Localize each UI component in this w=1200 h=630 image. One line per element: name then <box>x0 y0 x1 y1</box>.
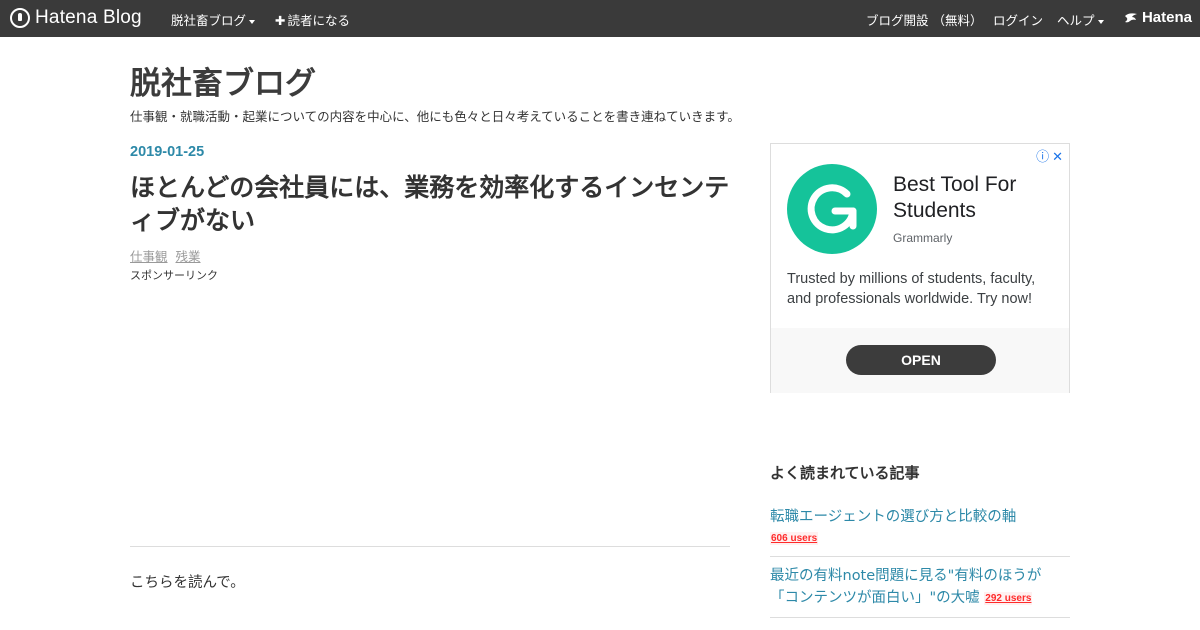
blog-menu-label: 脱社畜ブログ <box>171 13 247 28</box>
grammarly-logo-icon[interactable] <box>787 164 877 254</box>
list-item: 最近の有料note問題に見る"有料のほうが「コンテンツが面白い」"の大嘘 292… <box>770 565 1070 618</box>
bookmark-users-badge[interactable]: 292 users <box>984 591 1033 605</box>
sponsor-label: スポンサーリンク <box>130 269 218 282</box>
blog-title[interactable]: 脱社畜ブログ <box>130 58 316 103</box>
caret-down-icon <box>1097 19 1104 24</box>
category-list: 仕事観 残業 <box>130 246 205 265</box>
hatena-brand-text: Hatena <box>1141 9 1192 26</box>
help-dropdown[interactable]: ヘルプ <box>1057 10 1104 29</box>
blog-description: 仕事観・就職活動・起業についての内容を中心に、他にも色々と日々考えていることを書… <box>130 109 740 124</box>
grammarly-g-icon <box>807 184 857 234</box>
plus-icon: ✚ <box>275 13 286 28</box>
hatena-brand-link[interactable]: Hatena <box>1124 9 1192 26</box>
subscribe-button[interactable]: ✚ 読者になる <box>275 10 350 29</box>
article-body-text: こちらを読んで。 <box>130 575 245 591</box>
logo-text: Hatena Blog <box>35 7 142 28</box>
login-link[interactable]: ログイン <box>993 10 1043 29</box>
bookmark-users-badge[interactable]: 606 users <box>770 532 819 545</box>
post-title[interactable]: ほとんどの会社員には、業務を効率化するインセンティブがない <box>130 171 730 237</box>
open-button[interactable]: OPEN <box>846 345 996 375</box>
post-date[interactable]: 2019-01-25 <box>130 144 204 160</box>
ad-footer: OPEN <box>771 328 1069 393</box>
ad-info-icon[interactable]: ⓘ <box>1036 150 1049 165</box>
blog-menu-dropdown[interactable]: 脱社畜ブログ <box>171 10 256 29</box>
sidebar-ad[interactable]: ⓘ ✕ Best Tool For Students Grammarly Trus… <box>770 143 1070 393</box>
ad-advertiser: Grammarly <box>893 231 953 245</box>
list-item: 転職エージェントの選び方と比較の軸 606 users <box>770 506 1070 557</box>
category-link[interactable]: 仕事観 <box>130 249 168 264</box>
global-header: Hatena Blog 脱社畜ブログ ✚ 読者になる ブログ開設 （無料） ログイ… <box>0 0 1200 37</box>
popular-entry-link[interactable]: 転職エージェントの選び方と比較の軸 <box>770 506 1070 528</box>
help-label: ヘルプ <box>1057 13 1095 28</box>
ad-controls: ⓘ ✕ <box>1033 146 1063 165</box>
divider <box>130 546 730 547</box>
caret-down-icon <box>249 19 256 24</box>
category-link[interactable]: 残業 <box>176 249 201 264</box>
hatena-blog-logo-icon <box>10 8 30 28</box>
open-blog-link[interactable]: ブログ開設 （無料） <box>866 10 982 29</box>
ad-description: Trusted by millions of students, faculty… <box>787 271 1036 307</box>
popular-entry-link[interactable]: 最近の有料note問題に見る"有料のほうが「コンテンツが面白い」"の大嘘 292… <box>770 565 1070 609</box>
ad-headline[interactable]: Best Tool For Students <box>893 172 1063 224</box>
popular-heading: よく読まれている記事 <box>770 464 920 482</box>
hatena-bird-icon <box>1124 12 1137 22</box>
subscribe-label: 読者になる <box>287 13 350 28</box>
hatena-blog-logo[interactable]: Hatena Blog <box>10 7 142 29</box>
close-icon[interactable]: ✕ <box>1052 150 1063 165</box>
